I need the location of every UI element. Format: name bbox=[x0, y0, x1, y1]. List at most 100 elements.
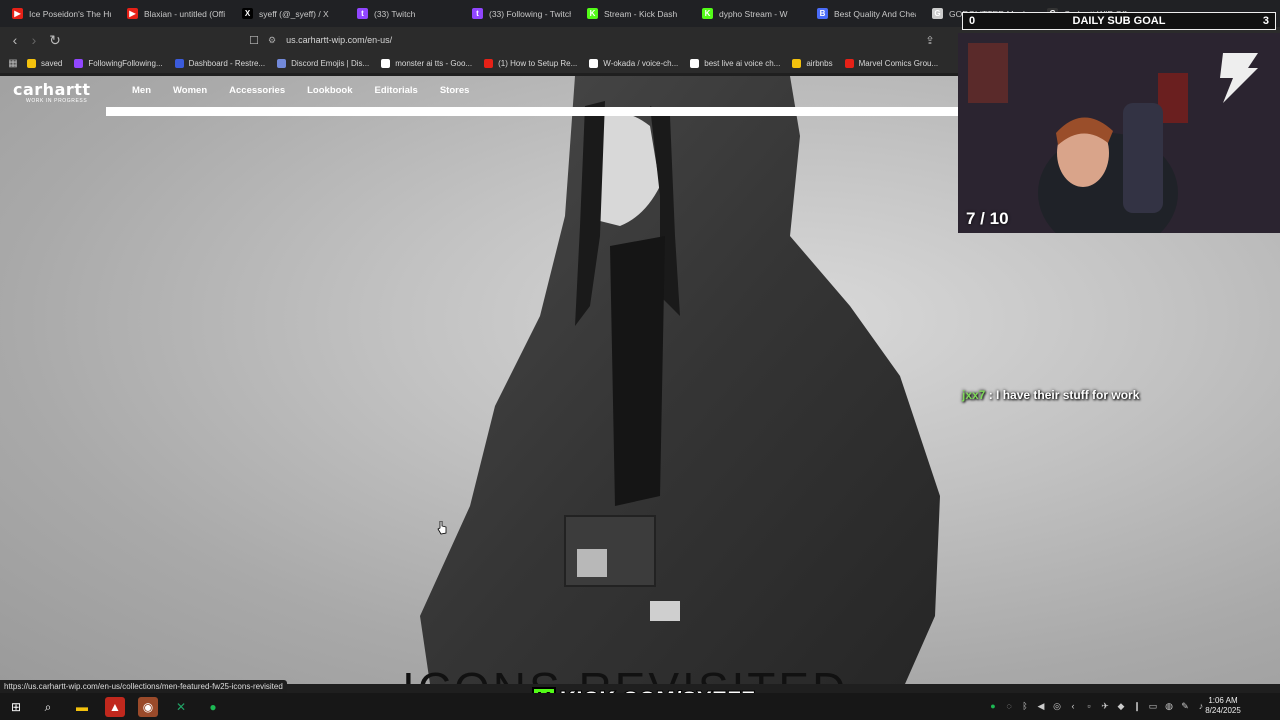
chevron-left-icon[interactable]: ‹ bbox=[1068, 700, 1078, 712]
link-status-url: https://us.carhartt-wip.com/en-us/collec… bbox=[0, 680, 287, 693]
browser-tab[interactable]: Xsyeff (@_syeff) / X bbox=[234, 2, 349, 26]
browser-tab[interactable]: t (33) Twitch bbox=[349, 2, 464, 26]
bookmark-item[interactable]: FollowingFollowing... bbox=[69, 58, 167, 68]
tab-favicon-icon: X bbox=[242, 8, 253, 19]
nav-link-stores[interactable]: Stores bbox=[440, 85, 470, 96]
tray-icon[interactable]: ◌ bbox=[1004, 700, 1014, 712]
system-clock[interactable]: 1:06 AM 8/24/2025 bbox=[1196, 696, 1250, 716]
logo-wordmark: carhartt bbox=[13, 80, 91, 99]
bookmark-item[interactable]: airbnbs bbox=[787, 58, 837, 68]
browser-tab[interactable]: ▶ Ice Poseidon's The Hun bbox=[4, 2, 119, 26]
bookmark-icon[interactable]: ☐ bbox=[244, 30, 264, 50]
bookmark-favicon-icon bbox=[844, 58, 854, 68]
webcam-feed bbox=[958, 33, 1280, 233]
browser-tab[interactable]: ▶ Blaxian - untitled (Offi bbox=[119, 2, 234, 26]
bookmark-item[interactable]: Discord Emojis | Dis... bbox=[272, 58, 374, 68]
nav-link-lookbook[interactable]: Lookbook bbox=[307, 85, 352, 96]
tab-title: (33) Twitch bbox=[374, 8, 416, 19]
nav-link-men[interactable]: Men bbox=[132, 85, 151, 96]
share-icon[interactable]: ⇪ bbox=[920, 30, 940, 50]
brave-browser-icon[interactable]: ▲ bbox=[105, 697, 125, 717]
address-bar[interactable]: ⚙ us.carhartt-wip.com/en-us/ bbox=[268, 30, 948, 50]
file-explorer-icon[interactable]: ▬ bbox=[72, 697, 92, 717]
microphone-icon[interactable]: ❙ bbox=[1132, 700, 1142, 712]
browser-tab[interactable]: Kdypho Stream - W bbox=[694, 2, 809, 26]
tray-icon[interactable]: ◎ bbox=[1052, 700, 1062, 712]
bookmark-label: FollowingFollowing... bbox=[88, 58, 163, 68]
back-button[interactable]: ‹ bbox=[5, 30, 25, 50]
tab-title: syeff (@_syeff) / X bbox=[259, 8, 329, 19]
mouse-cursor-icon bbox=[437, 521, 447, 535]
tab-title: (33) Following - Twitch bbox=[489, 8, 571, 19]
site-info-icon[interactable]: ⚙ bbox=[268, 35, 276, 46]
tab-favicon-icon: G bbox=[932, 8, 943, 19]
bookmark-favicon-icon bbox=[690, 58, 700, 68]
chat-username: jxx7 bbox=[962, 388, 986, 402]
daily-sub-goal-bar: 0 DAILY SUB GOAL 3 bbox=[962, 12, 1276, 30]
bookmark-label: airbnbs bbox=[806, 58, 833, 68]
system-tray: ● ◌ ᛒ ◀ ◎ ‹ ▫ ✈ ◆ ❙ ▭ ◍ ✎ ♪ bbox=[988, 700, 1206, 712]
tab-favicon-icon: t bbox=[357, 8, 368, 19]
chat-text: I have their stuff for work bbox=[996, 388, 1140, 402]
bookmark-favicon-icon bbox=[74, 58, 84, 68]
tray-icon[interactable]: ◆ bbox=[1116, 700, 1126, 712]
browser-tab[interactable]: K Stream - Kick Dash bbox=[579, 2, 694, 26]
bluetooth-icon[interactable]: ᛒ bbox=[1020, 700, 1030, 712]
promo-bar bbox=[106, 107, 960, 116]
forward-button[interactable]: › bbox=[24, 30, 44, 50]
search-icon[interactable]: ⌕ bbox=[38, 697, 58, 717]
nav-link-accessories[interactable]: Accessories bbox=[229, 85, 285, 96]
carhartt-logo[interactable]: carhartt WORK IN PROGRESS bbox=[13, 80, 91, 105]
url-text: us.carhartt-wip.com/en-us/ bbox=[286, 35, 393, 45]
bookmark-item[interactable]: Marvel Comics Grou... bbox=[840, 58, 944, 68]
spotify-tray-icon[interactable]: ● bbox=[988, 700, 998, 712]
tab-title: Best Quality And Chea bbox=[834, 8, 916, 19]
tab-title: dypho Stream - W bbox=[719, 8, 788, 19]
hero-title[interactable]: ICONS REVISITED bbox=[402, 662, 848, 684]
windows-start-icon[interactable]: ⊞ bbox=[6, 697, 26, 717]
screen: ▶ Ice Poseidon's The Hun ▶ Blaxian - untitl… bbox=[0, 0, 1280, 720]
bookmark-item[interactable]: best live ai voice ch... bbox=[685, 58, 785, 68]
tray-icon[interactable]: ✈ bbox=[1100, 700, 1110, 712]
excel-icon[interactable]: ✕ bbox=[171, 697, 191, 717]
tab-favicon-icon: K bbox=[702, 8, 713, 19]
bookmark-label: best live ai voice ch... bbox=[704, 58, 781, 68]
browser-tab[interactable]: t (33) Following - Twitch bbox=[464, 2, 579, 26]
discord-icon[interactable]: ◉ bbox=[138, 697, 158, 717]
display-icon[interactable]: ▭ bbox=[1148, 700, 1158, 712]
tray-icon[interactable]: ▫ bbox=[1084, 700, 1094, 712]
chat-separator: : bbox=[985, 388, 997, 402]
bookmark-favicon-icon bbox=[27, 58, 36, 68]
volume-icon[interactable]: ◀ bbox=[1036, 700, 1046, 712]
nav-link-women[interactable]: Women bbox=[173, 85, 207, 96]
chat-message: jxx7 : I have their stuff for work bbox=[962, 388, 1139, 402]
bookmark-favicon-icon bbox=[589, 58, 599, 68]
webcam-overlay: 7 / 10 bbox=[958, 33, 1280, 233]
clock-time: 1:06 AM bbox=[1208, 696, 1238, 705]
taskbar: ⊞ ⌕ ▬ ▲ ◉ ✕ ● ● ◌ ᛒ ◀ ◎ ‹ ▫ ✈ ◆ ❙ ▭ ◍ ✎ … bbox=[0, 693, 1280, 720]
bookmark-label: Discord Emojis | Dis... bbox=[291, 58, 370, 68]
browser-tab[interactable]: B Best Quality And Chea bbox=[809, 2, 924, 26]
bookmark-item[interactable]: Dashboard - Restre... bbox=[170, 58, 270, 68]
spotify-icon[interactable]: ● bbox=[203, 697, 223, 717]
bookmark-label: monster ai tts - Goo... bbox=[395, 58, 473, 68]
bookmark-item[interactable]: saved bbox=[22, 58, 67, 68]
main-nav: Men Women Accessories Lookbook Editorials Sto… bbox=[132, 85, 491, 96]
bookmark-item[interactable]: W-okada / voice-ch... bbox=[584, 58, 683, 68]
bookmark-favicon-icon bbox=[381, 58, 391, 68]
sub-goal-label: DAILY SUB GOAL bbox=[1072, 15, 1166, 27]
bookmark-item[interactable]: monster ai tts - Goo... bbox=[376, 58, 477, 68]
bookmark-label: saved bbox=[41, 58, 63, 68]
tab-favicon-icon: K bbox=[587, 8, 598, 19]
sub-goal-target: 3 bbox=[1262, 15, 1269, 27]
sub-goal-current: 0 bbox=[969, 15, 976, 27]
bookmark-favicon-icon bbox=[484, 58, 494, 68]
network-icon[interactable]: ◍ bbox=[1164, 700, 1174, 712]
apps-grid-icon[interactable]: ▦ bbox=[6, 53, 20, 73]
bookmark-item[interactable]: (1) How to Setup Re... bbox=[479, 58, 582, 68]
nav-link-editorials[interactable]: Editorials bbox=[375, 85, 418, 96]
site-header: carhartt WORK IN PROGRESS Men Women Access… bbox=[0, 76, 960, 106]
reload-button[interactable]: ↻ bbox=[45, 30, 65, 50]
pen-icon[interactable]: ✎ bbox=[1180, 700, 1190, 712]
tab-favicon-icon: t bbox=[472, 8, 483, 19]
